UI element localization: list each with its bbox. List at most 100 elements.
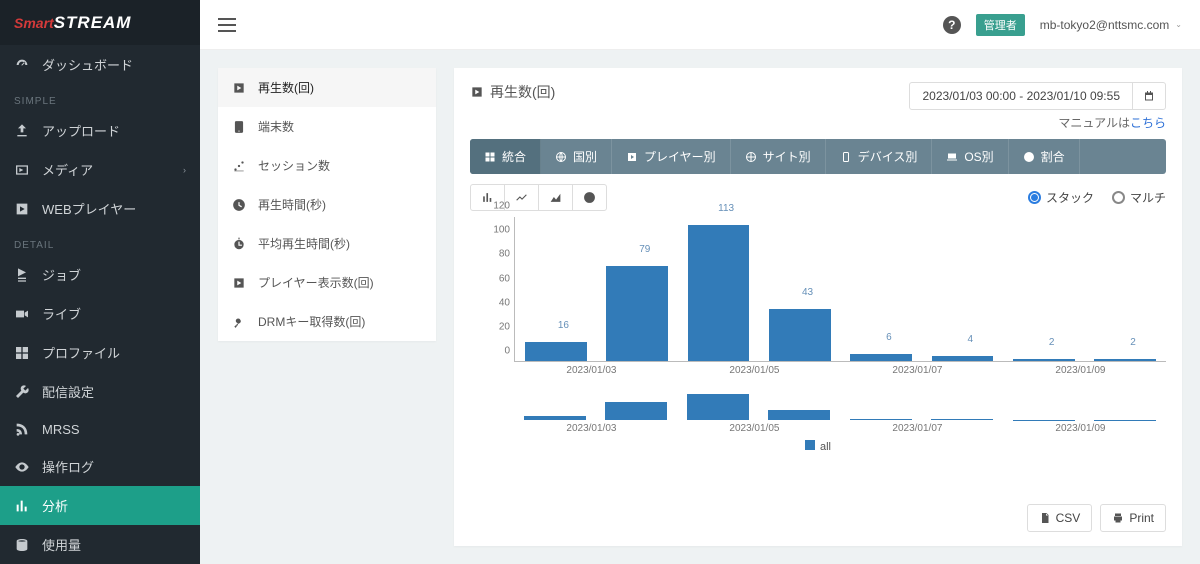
subnav-item-avgplaytime[interactable]: 平均再生時間(秒)	[218, 224, 436, 263]
tab-device[interactable]: デバイス別	[826, 139, 933, 174]
grid-icon	[484, 151, 496, 163]
subnav-item-devices[interactable]: 端末数	[218, 107, 436, 146]
chevron-down-icon: ⌄	[1175, 20, 1182, 29]
subnav: 再生数(回) 端末数 セッション数 再生時間(秒) 平均再生時間(秒) プレイヤ…	[218, 68, 436, 341]
date-range-picker[interactable]: 2023/01/03 00:00 - 2023/01/10 09:55	[909, 82, 1166, 110]
legend-swatch	[805, 440, 815, 450]
subnav-item-drmkey[interactable]: DRMキー取得数(回)	[218, 302, 436, 341]
csv-button[interactable]: CSV	[1027, 504, 1093, 532]
bar-chart-icon	[481, 191, 494, 204]
overview-chart[interactable]: 2023/01/032023/01/052023/01/072023/01/09	[514, 392, 1166, 420]
panel-title: 再生数(回)	[470, 82, 555, 102]
sidebar-item-dashboard[interactable]: ダッシュボード	[0, 45, 200, 84]
sidebar-item-label: ライブ	[42, 304, 81, 323]
subnav-item-label: プレイヤー表示数(回)	[258, 274, 374, 291]
upload-icon	[14, 123, 30, 139]
legend-label: all	[820, 441, 831, 453]
chart-type-group	[470, 184, 607, 211]
topbar: ? 管理者 mb-tokyo2@nttsmc.com ⌄	[200, 0, 1200, 50]
sidebar-item-label: 分析	[42, 496, 68, 515]
tab-country[interactable]: 国別	[541, 139, 612, 174]
subnav-item-playtime[interactable]: 再生時間(秒)	[218, 185, 436, 224]
panel-footer: CSV Print	[470, 484, 1166, 532]
print-button[interactable]: Print	[1100, 504, 1166, 532]
chart-plot: 1679113436422	[514, 217, 1166, 362]
clock-icon	[232, 198, 246, 212]
subnav-item-label: 端末数	[258, 118, 294, 135]
file-icon	[1039, 512, 1051, 524]
key-icon	[232, 315, 246, 329]
play-icon	[470, 85, 484, 99]
help-icon[interactable]: ?	[943, 16, 961, 34]
sidebar-item-label: プロファイル	[42, 343, 120, 362]
tab-site[interactable]: サイト別	[731, 139, 826, 174]
subnav-item-sessions[interactable]: セッション数	[218, 146, 436, 185]
media-icon	[14, 162, 30, 178]
area-chart-icon	[549, 191, 562, 204]
device-icon	[232, 120, 246, 134]
manual-link[interactable]: こちら	[1130, 116, 1166, 130]
sidebar-item-label: アップロード	[42, 121, 120, 140]
camera-icon	[14, 306, 30, 322]
sidebar-item-analytics[interactable]: 分析	[0, 486, 200, 525]
globe-icon	[555, 151, 567, 163]
user-menu[interactable]: mb-tokyo2@nttsmc.com ⌄	[1040, 18, 1182, 32]
panel-titlebar: 再生数(回) 2023/01/03 00:00 - 2023/01/10 09:…	[470, 82, 1166, 131]
radio-icon	[1028, 191, 1041, 204]
stopwatch-icon	[232, 237, 246, 251]
user-email: mb-tokyo2@nttsmc.com	[1040, 18, 1170, 32]
chart-type-pie-button[interactable]	[573, 185, 606, 210]
sidebar-section-detail: DETAIL	[0, 228, 200, 255]
play-icon	[14, 201, 30, 217]
radio-stack[interactable]: スタック	[1028, 189, 1094, 206]
sidebar-item-live[interactable]: ライブ	[0, 294, 200, 333]
sidebar-item-webplayer[interactable]: WEBプレイヤー	[0, 189, 200, 228]
calendar-icon[interactable]	[1132, 83, 1165, 109]
tab-integrated[interactable]: 統合	[470, 139, 541, 174]
eye-icon	[14, 459, 30, 475]
sidebar: SmartSTREAM ダッシュボード SIMPLE アップロード メディア ›…	[0, 0, 200, 564]
subnav-item-label: 平均再生時間(秒)	[258, 235, 350, 252]
sidebar-item-oplog[interactable]: 操作ログ	[0, 447, 200, 486]
pie-chart-icon	[583, 191, 596, 204]
rss-icon	[14, 421, 30, 437]
tab-os[interactable]: OS別	[932, 139, 1008, 174]
sidebar-item-mrss[interactable]: MRSS	[0, 411, 200, 447]
role-badge: 管理者	[976, 14, 1025, 36]
subnav-item-label: 再生数(回)	[258, 79, 314, 96]
grid-icon	[14, 345, 30, 361]
subnav-item-playerdisp[interactable]: プレイヤー表示数(回)	[218, 263, 436, 302]
date-range-text: 2023/01/03 00:00 - 2023/01/10 09:55	[910, 83, 1132, 109]
sidebar-item-delivery[interactable]: 配信設定	[0, 372, 200, 411]
sidebar-item-label: ジョブ	[42, 265, 81, 284]
site-icon	[745, 151, 757, 163]
job-icon	[14, 267, 30, 283]
pie-icon	[1023, 151, 1035, 163]
sidebar-item-label: 操作ログ	[42, 457, 94, 476]
print-icon	[1112, 512, 1124, 524]
radio-multi[interactable]: マルチ	[1112, 189, 1166, 206]
sidebar-item-profile[interactable]: プロファイル	[0, 333, 200, 372]
chart-legend: all	[470, 440, 1166, 453]
sidebar-item-upload[interactable]: アップロード	[0, 111, 200, 150]
dots-chart-icon	[232, 159, 246, 173]
sidebar-item-label: 使用量	[42, 535, 81, 554]
line-chart-icon	[515, 191, 528, 204]
laptop-icon	[946, 151, 958, 163]
sidebar-item-media[interactable]: メディア ›	[0, 150, 200, 189]
chart-type-area-button[interactable]	[539, 185, 573, 210]
menu-toggle-icon[interactable]	[218, 18, 236, 32]
sidebar-item-usage[interactable]: 使用量	[0, 525, 200, 564]
tab-ratio[interactable]: 割合	[1009, 139, 1080, 174]
tab-player[interactable]: プレイヤー別	[612, 139, 731, 174]
wrench-icon	[14, 384, 30, 400]
subnav-item-label: セッション数	[258, 157, 330, 174]
subnav-item-plays[interactable]: 再生数(回)	[218, 68, 436, 107]
play-icon	[232, 276, 246, 290]
tabs: 統合 国別 プレイヤー別 サイト別 デバイス別 OS別 割合	[470, 139, 1166, 174]
play-icon	[626, 151, 638, 163]
play-icon	[232, 81, 246, 95]
sidebar-item-label: 配信設定	[42, 382, 94, 401]
sidebar-item-job[interactable]: ジョブ	[0, 255, 200, 294]
main-panel: 再生数(回) 2023/01/03 00:00 - 2023/01/10 09:…	[454, 68, 1182, 546]
